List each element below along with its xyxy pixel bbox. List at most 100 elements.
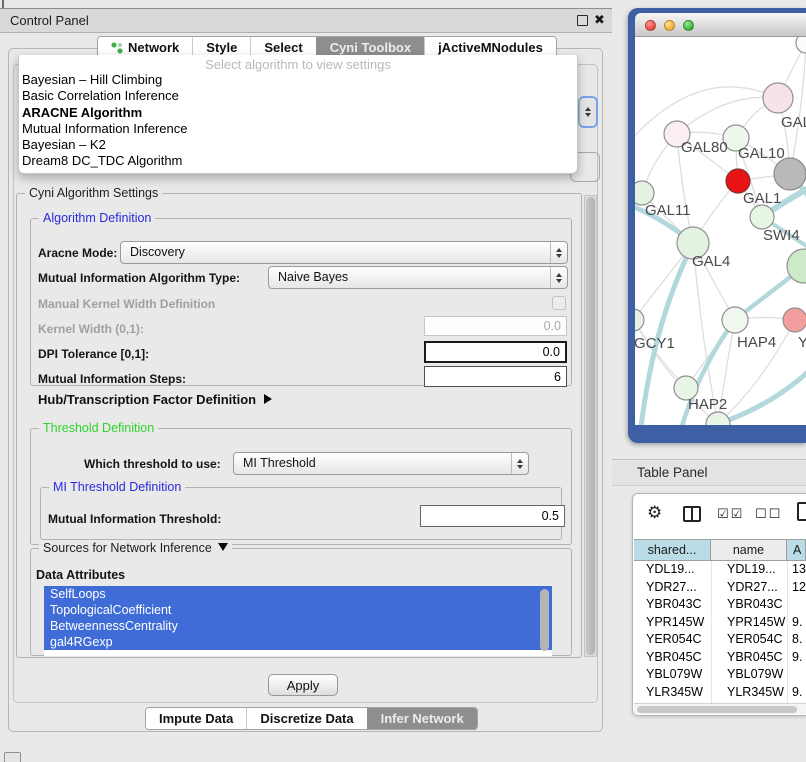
table-cell: YDL19...	[727, 561, 776, 579]
table-cell: YDR27...	[727, 579, 778, 597]
table-row[interactable]: YPR145WYPR145W9.	[634, 614, 806, 632]
tab-infer-network[interactable]: Infer Network	[367, 708, 477, 729]
group-title: MI Threshold Definition	[49, 480, 185, 494]
table-cell: YLR345W	[646, 684, 703, 702]
network-canvas[interactable]: GALGAL80GAL10GAL1GAL11SWI4GAL4HAP4YGCY1H…	[635, 37, 806, 425]
network-node[interactable]	[796, 37, 806, 53]
table-row[interactable]: YBR045CYBR045C9.	[634, 649, 806, 667]
table-cell: 12	[792, 579, 806, 597]
table-cell: YER054C	[727, 631, 783, 649]
sources-title: Sources for Network Inference	[43, 541, 212, 555]
apply-button[interactable]: Apply	[268, 674, 338, 696]
algorithm-option[interactable]: Bayesian – K2	[19, 137, 577, 153]
network-node-hap4[interactable]	[722, 307, 748, 333]
network-node[interactable]	[774, 158, 806, 190]
sources-group-header[interactable]: Sources for Network Inference	[39, 541, 232, 555]
network-node-gal[interactable]	[763, 83, 793, 113]
column-header-name[interactable]: name	[711, 540, 787, 560]
table-row[interactable]: YER054CYER054C8.	[634, 631, 806, 649]
zoom-traffic-light-icon[interactable]	[683, 20, 694, 31]
tab-discretize-data[interactable]: Discretize Data	[246, 708, 366, 729]
table-row[interactable]: YBR043CYBR043C	[634, 596, 806, 614]
column-separator	[711, 561, 712, 707]
algorithm-option[interactable]: ARACNE Algorithm	[19, 105, 577, 121]
network-node-swi4[interactable]	[750, 205, 774, 229]
close-traffic-light-icon[interactable]	[645, 20, 656, 31]
scrollbar-thumb[interactable]	[637, 706, 797, 713]
table-row[interactable]: YDR27... YDR27... 12	[634, 579, 806, 597]
data-attributes-list[interactable]: SelfLoopsTopologicalCoefficientBetweenne…	[44, 586, 552, 656]
network-node-label: Y	[798, 334, 806, 351]
stepper-icon	[511, 453, 528, 474]
network-node-gcy1[interactable]	[635, 309, 644, 331]
mi-steps-input[interactable]	[424, 366, 567, 387]
network-node-y[interactable]	[783, 308, 806, 332]
kernel-width-input[interactable]	[424, 316, 567, 336]
network-node[interactable]	[706, 412, 730, 425]
data-attribute-item[interactable]: BetweennessCentrality	[44, 618, 552, 634]
column-header-shared-name[interactable]: shared...	[634, 540, 711, 560]
document-icon[interactable]	[797, 502, 806, 521]
close-icon[interactable]: ✖	[594, 12, 605, 30]
settings-scrollbar[interactable]	[584, 195, 597, 657]
expanded-arrow-icon	[218, 543, 228, 551]
data-attribute-item[interactable]: SelfLoops	[44, 586, 552, 602]
dropdown-placeholder: Select algorithm to view settings	[19, 55, 577, 72]
table-panel-titlebar: Table Panel	[612, 459, 806, 486]
hub-section-label: Hub/Transcription Factor Definition	[38, 392, 256, 407]
group-title: Cyni Algorithm Settings	[25, 186, 162, 200]
table-cell: 9.	[792, 684, 802, 702]
table-cell: 13	[792, 561, 806, 579]
algorithm-option[interactable]: Dream8 DC_TDC Algorithm	[19, 153, 577, 169]
network-tab-icon	[111, 42, 123, 54]
network-node-label: GAL1	[743, 190, 781, 207]
deselect-all-columns-icon[interactable]: ☐☐	[755, 507, 782, 522]
data-attribute-item[interactable]: gal4RGexp	[44, 634, 552, 650]
network-node-label: GAL80	[681, 139, 728, 156]
select-all-columns-icon[interactable]: ☑☑	[717, 507, 744, 522]
dpi-tolerance-label: DPI Tolerance [0,1]:	[38, 347, 149, 361]
table-cell: YPR145W	[646, 614, 704, 632]
manual-kernel-label: Manual Kernel Width Definition	[38, 297, 215, 311]
table-horizontal-scrollbar[interactable]	[634, 703, 806, 714]
aracne-mode-select[interactable]: Discovery	[120, 241, 568, 264]
minimize-traffic-light-icon[interactable]	[664, 20, 675, 31]
network-edge	[635, 87, 778, 142]
mi-algorithm-type-select[interactable]: Naive Bayes	[268, 266, 568, 289]
hidden-combo-fragment	[578, 96, 598, 128]
tab-label: Impute Data	[159, 708, 233, 729]
split-columns-icon[interactable]	[683, 506, 701, 522]
which-threshold-select[interactable]: MI Threshold	[233, 452, 529, 475]
tab-impute-data[interactable]: Impute Data	[146, 708, 246, 729]
group-title: Algorithm Definition	[39, 211, 155, 225]
network-window-titlebar[interactable]	[635, 13, 806, 37]
selected-value: Naive Bayes	[278, 270, 348, 284]
network-node-label: GAL	[781, 114, 806, 131]
algorithm-option[interactable]: Bayesian – Hill Climbing	[19, 72, 577, 88]
table-row[interactable]: YDL19... YDL19... 13	[634, 561, 806, 579]
table-row[interactable]: YBL079WYBL079W	[634, 666, 806, 684]
float-window-icon[interactable]	[577, 15, 588, 26]
panel-title: Control Panel	[10, 13, 89, 28]
algorithm-option[interactable]: Mutual Information Inference	[19, 121, 577, 137]
algorithm-option[interactable]: Basic Correlation Inference	[19, 88, 577, 104]
table-row[interactable]: YLR345WYLR345W9.	[634, 684, 806, 702]
hub-section-header[interactable]: Hub/Transcription Factor Definition	[38, 392, 272, 407]
table-cell: YDL19...	[646, 561, 695, 579]
dock-window-icon[interactable]	[4, 752, 21, 762]
mi-threshold-input[interactable]	[420, 505, 565, 527]
table-cell: YDR27...	[646, 579, 697, 597]
column-header-partial[interactable]: A	[787, 540, 806, 560]
network-node-label: GAL11	[645, 202, 691, 219]
list-scrollbar-thumb[interactable]	[540, 589, 549, 651]
selected-value: Discovery	[130, 245, 185, 259]
table-cell: YER054C	[646, 631, 702, 649]
tab-label: Infer Network	[381, 708, 464, 729]
gear-icon[interactable]: ⚙	[647, 503, 662, 523]
manual-kernel-checkbox[interactable]	[552, 296, 566, 310]
table-cell: YBR045C	[727, 649, 783, 667]
data-attribute-item[interactable]: TopologicalCoefficient	[44, 602, 552, 618]
scrollbar-thumb[interactable]	[586, 197, 595, 655]
dpi-tolerance-input[interactable]	[424, 341, 567, 363]
table-cell: 9.	[792, 649, 802, 667]
